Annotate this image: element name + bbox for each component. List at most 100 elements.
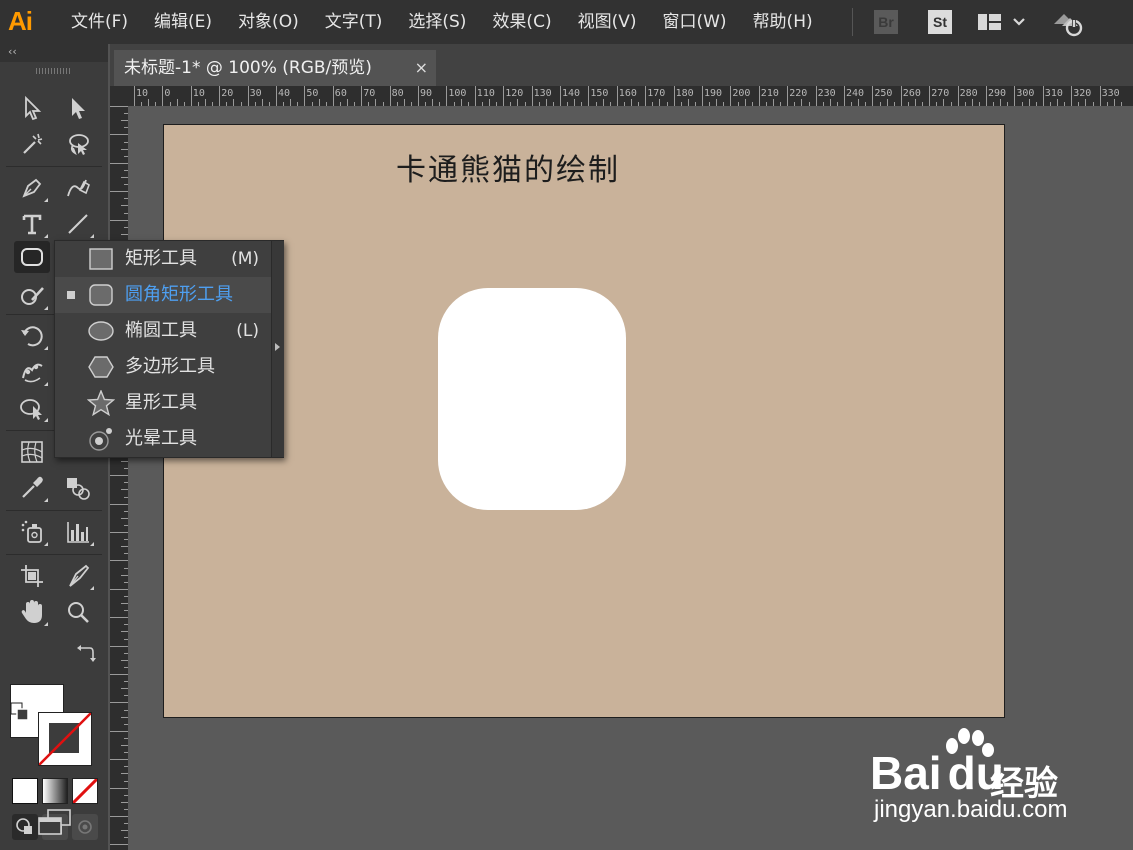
eyedropper-tool-icon[interactable] [14, 472, 50, 504]
flyout-item-polygon[interactable]: 多边形工具 [55, 349, 271, 385]
ruler-major-tick [531, 86, 533, 106]
menu-effect[interactable]: 效果(C) [479, 0, 564, 44]
menu-help[interactable]: 帮助(H) [740, 0, 826, 44]
tear-off-flyout-button[interactable] [271, 241, 284, 457]
ruler-major-tick [702, 86, 703, 106]
ruler-major-tick [929, 86, 931, 106]
flyout-item-ellipse[interactable]: 椭圆工具 (L) [55, 313, 271, 349]
draw-inside-icon[interactable] [72, 814, 98, 840]
screen-mode-icon[interactable] [36, 808, 74, 838]
flyout-item-rectangle[interactable]: 矩形工具 (M) [55, 241, 271, 277]
stroke-color-swatch[interactable] [38, 712, 92, 766]
flyout-item-flare[interactable]: 光晕工具 [55, 421, 271, 457]
baidu-jingyan-watermark: Bai du 经验 jingyan.baidu.com [862, 726, 1082, 826]
ruler-label: 10 [192, 88, 205, 99]
ruler-label: 70 [363, 88, 376, 99]
ruler-major-tick [787, 86, 789, 106]
document-tab[interactable]: 未标题-1* @ 100% (RGB/预览) × [114, 50, 436, 86]
tool-group-indicator [44, 498, 48, 502]
ruler-tick [110, 844, 128, 846]
hand-tool-icon[interactable] [14, 596, 50, 628]
fill-overlay [10, 640, 62, 692]
rectangle-icon [89, 248, 113, 270]
menu-file[interactable]: 文件(F) [58, 0, 141, 44]
shaper-tool-icon[interactable] [14, 280, 50, 312]
artboard-title-text[interactable]: 卡通熊猫的绘制 [396, 145, 620, 189]
artboard[interactable]: 卡通熊猫的绘制 [163, 124, 1005, 718]
ruler-major-tick [673, 86, 675, 106]
ruler-tick [110, 702, 128, 704]
pen-tool-icon[interactable] [14, 172, 50, 204]
blend-tool-icon[interactable] [60, 472, 96, 504]
magic-wand-tool-icon[interactable] [14, 128, 50, 160]
ruler-tick [121, 801, 128, 803]
flyout-item-rounded-rectangle[interactable]: 圆角矩形工具 [55, 277, 271, 313]
lasso-tool-icon[interactable] [60, 128, 96, 160]
bridge-icon[interactable]: Br [874, 10, 898, 34]
curvature-tool-icon[interactable] [60, 172, 96, 204]
column-graph-tool-icon[interactable] [60, 516, 96, 548]
ruler-tick [121, 603, 128, 604]
ruler-label: 320 [1073, 88, 1092, 99]
rounded-rectangle-shape[interactable] [438, 288, 626, 510]
rotate-tool-icon[interactable] [14, 320, 50, 352]
ruler-major-tick [588, 86, 590, 106]
flyout-item-label: 矩形工具 [125, 248, 197, 269]
color-mode-button[interactable] [12, 778, 38, 804]
flyout-item-star[interactable]: 星形工具 [55, 385, 271, 421]
vertical-ruler[interactable] [110, 106, 128, 850]
ruler-tick [121, 461, 128, 462]
menu-select[interactable]: 选择(S) [395, 0, 479, 44]
workspace-switcher-icon[interactable] [978, 12, 1028, 32]
line-segment-tool-icon[interactable] [60, 208, 96, 240]
ruler-label: 10 [136, 88, 149, 99]
ruler-tick [121, 773, 128, 775]
horizontal-ruler[interactable]: 10 0 10 20 30 40 50 60 70 80 90 100 110 120 130 140 150 1… [128, 86, 1133, 106]
shape-builder-tool-icon[interactable] [14, 392, 50, 424]
symbol-sprayer-tool-icon[interactable] [14, 516, 50, 548]
draw-normal-icon[interactable] [12, 814, 38, 840]
watermark-brand: Bai du [870, 746, 1004, 800]
ruler-major-tick [418, 86, 419, 106]
ruler-minor-tick [801, 99, 803, 106]
menu-type[interactable]: 文字(T) [312, 0, 396, 44]
ruler-minor-tick [261, 99, 263, 106]
rounded-rectangle-tool-icon[interactable] [14, 241, 50, 273]
tools-panel-header: ‹‹ [0, 44, 108, 62]
ruler-tick [121, 233, 128, 235]
puppet-warp-tool-icon[interactable] [14, 356, 50, 388]
ruler-origin[interactable] [110, 86, 128, 106]
menu-view[interactable]: 视图(V) [565, 0, 650, 44]
ruler-minor-tick [1113, 99, 1115, 106]
ruler-label: 90 [420, 88, 433, 99]
type-tool-icon[interactable] [14, 208, 50, 240]
menu-object[interactable]: 对象(O) [225, 0, 312, 44]
slice-tool-icon[interactable] [60, 560, 96, 592]
zoom-tool-icon[interactable] [60, 596, 96, 628]
direct-selection-tool-icon[interactable] [60, 92, 96, 124]
stock-icon[interactable]: St [928, 10, 952, 34]
flyout-item-label: 圆角矩形工具 [125, 284, 233, 305]
artboard-tool-icon[interactable] [14, 560, 50, 592]
mesh-tool-icon[interactable] [14, 436, 50, 468]
ruler-label: 40 [278, 88, 291, 99]
swap-fill-stroke-icon[interactable] [76, 644, 96, 662]
panel-grip[interactable] [36, 68, 70, 74]
menu-window[interactable]: 窗口(W) [649, 0, 739, 44]
selection-tool-icon[interactable] [14, 92, 50, 124]
close-tab-icon[interactable]: × [415, 50, 428, 86]
sync-icon[interactable] [1050, 6, 1086, 38]
gradient-mode-button[interactable] [42, 778, 68, 804]
ruler-label: 260 [902, 88, 921, 99]
default-fill-stroke-icon[interactable] [10, 702, 30, 722]
menu-edit[interactable]: 编辑(E) [141, 0, 225, 44]
ruler-minor-tick [659, 99, 661, 106]
collapse-panel-icon[interactable]: ‹‹ [8, 45, 17, 58]
ruler-tick [110, 674, 128, 675]
ellipse-icon [88, 321, 114, 341]
none-mode-button[interactable] [72, 778, 98, 804]
ruler-minor-tick [403, 99, 405, 106]
ruler-label: 130 [533, 88, 552, 99]
tool-group-indicator [90, 586, 94, 590]
ruler-minor-tick [233, 99, 235, 106]
